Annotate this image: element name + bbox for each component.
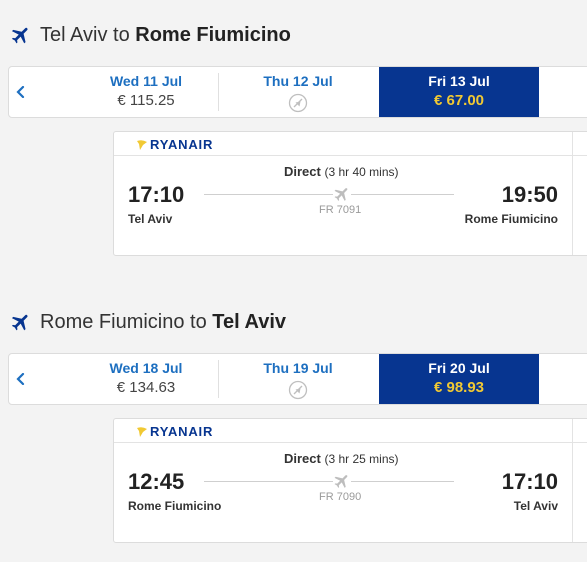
plane-icon bbox=[11, 27, 28, 44]
date-label: Fri 20 Jul bbox=[428, 360, 490, 376]
chevron-left-icon bbox=[16, 373, 25, 385]
inbound-leg: Rome Fiumicino to Tel Aviv Wed 18 Jul € … bbox=[0, 287, 587, 562]
date-price: € 67.00 bbox=[433, 92, 485, 109]
date-price: € 98.93 bbox=[433, 379, 485, 396]
inbound-prev-dates-button[interactable] bbox=[9, 354, 33, 404]
departure-time: 17:10 bbox=[128, 182, 185, 207]
arrival-time: 17:10 bbox=[501, 469, 558, 494]
flight-type-label: Direct bbox=[284, 451, 321, 466]
card-side-divider bbox=[572, 419, 573, 542]
no-flight-icon bbox=[288, 93, 308, 113]
outbound-prev-dates-button[interactable] bbox=[9, 67, 33, 117]
no-flight-icon bbox=[288, 380, 308, 400]
airline-logo: RYANAIR bbox=[136, 424, 213, 439]
airline-name: RYANAIR bbox=[150, 424, 214, 439]
arrival-city: Rome Fiumicino bbox=[464, 212, 558, 226]
outbound-date-wed-11[interactable]: Wed 11 Jul € 115.25 bbox=[66, 67, 226, 117]
flight-duration: (3 hr 25 mins) bbox=[324, 452, 399, 466]
departure-city: Rome Fiumicino bbox=[128, 499, 222, 513]
flight-type-label: Direct bbox=[284, 164, 321, 179]
flight-number: FR 7090 bbox=[319, 491, 362, 503]
plane-icon bbox=[333, 185, 351, 203]
flight-type: Direct (3 hr 25 mins) bbox=[284, 451, 399, 466]
plane-icon bbox=[333, 472, 351, 490]
date-label: Thu 12 Jul bbox=[263, 73, 333, 89]
date-label: Wed 18 Jul bbox=[109, 360, 183, 376]
inbound-title: Rome Fiumicino to Tel Aviv bbox=[10, 307, 286, 337]
route-line bbox=[204, 194, 454, 195]
outbound-flight-card[interactable]: RYANAIR Direct (3 hr 40 mins) 17:10 19:5… bbox=[113, 131, 587, 256]
outbound-date-strip: Wed 11 Jul € 115.25 Thu 12 Jul Fri 13 Ju… bbox=[8, 66, 587, 118]
card-header: RYANAIR bbox=[114, 419, 587, 443]
outbound-title-from: Tel Aviv bbox=[40, 23, 108, 46]
date-price: € 134.63 bbox=[116, 379, 176, 396]
inbound-date-thu-19[interactable]: Thu 19 Jul bbox=[218, 354, 378, 404]
chevron-left-icon bbox=[16, 86, 25, 98]
inbound-date-fri-20[interactable]: Fri 20 Jul € 98.93 bbox=[379, 354, 539, 404]
route-line bbox=[204, 481, 454, 482]
inbound-date-strip: Wed 18 Jul € 134.63 Thu 19 Jul Fri 20 Ju… bbox=[8, 353, 587, 405]
outbound-title-to: Rome Fiumicino bbox=[135, 23, 291, 46]
inbound-date-wed-18[interactable]: Wed 18 Jul € 134.63 bbox=[66, 354, 226, 404]
plane-icon bbox=[11, 314, 28, 331]
outbound-date-fri-13[interactable]: Fri 13 Jul € 67.00 bbox=[379, 67, 539, 117]
airline-logo: RYANAIR bbox=[136, 137, 213, 152]
flight-type: Direct (3 hr 40 mins) bbox=[284, 164, 399, 179]
departure-time: 12:45 bbox=[128, 469, 185, 494]
harp-icon bbox=[137, 139, 147, 150]
harp-icon bbox=[137, 426, 147, 437]
flight-duration: (3 hr 40 mins) bbox=[324, 165, 399, 179]
inbound-title-to-word: to bbox=[190, 310, 207, 333]
inbound-title-to: Tel Aviv bbox=[212, 310, 287, 333]
inbound-flight-card[interactable]: RYANAIR Direct (3 hr 25 mins) 12:45 17:1… bbox=[113, 418, 587, 543]
date-label: Fri 13 Jul bbox=[428, 73, 490, 89]
date-price: € 115.25 bbox=[117, 92, 175, 109]
arrival-time: 19:50 bbox=[501, 182, 558, 207]
card-header: RYANAIR bbox=[114, 132, 587, 156]
outbound-leg: Tel Aviv to Rome Fiumicino Wed 11 Jul € … bbox=[0, 0, 587, 280]
flight-number: FR 7091 bbox=[319, 204, 362, 216]
date-label: Wed 11 Jul bbox=[109, 73, 183, 89]
outbound-title-to-word: to bbox=[113, 23, 130, 46]
inbound-title-from: Rome Fiumicino bbox=[40, 310, 185, 333]
arrival-city: Tel Aviv bbox=[513, 499, 558, 513]
outbound-date-thu-12[interactable]: Thu 12 Jul bbox=[218, 67, 378, 117]
outbound-title: Tel Aviv to Rome Fiumicino bbox=[10, 20, 291, 50]
airline-name: RYANAIR bbox=[150, 137, 214, 152]
card-side-divider bbox=[572, 132, 573, 255]
departure-city: Tel Aviv bbox=[128, 212, 173, 226]
date-label: Thu 19 Jul bbox=[263, 360, 333, 376]
